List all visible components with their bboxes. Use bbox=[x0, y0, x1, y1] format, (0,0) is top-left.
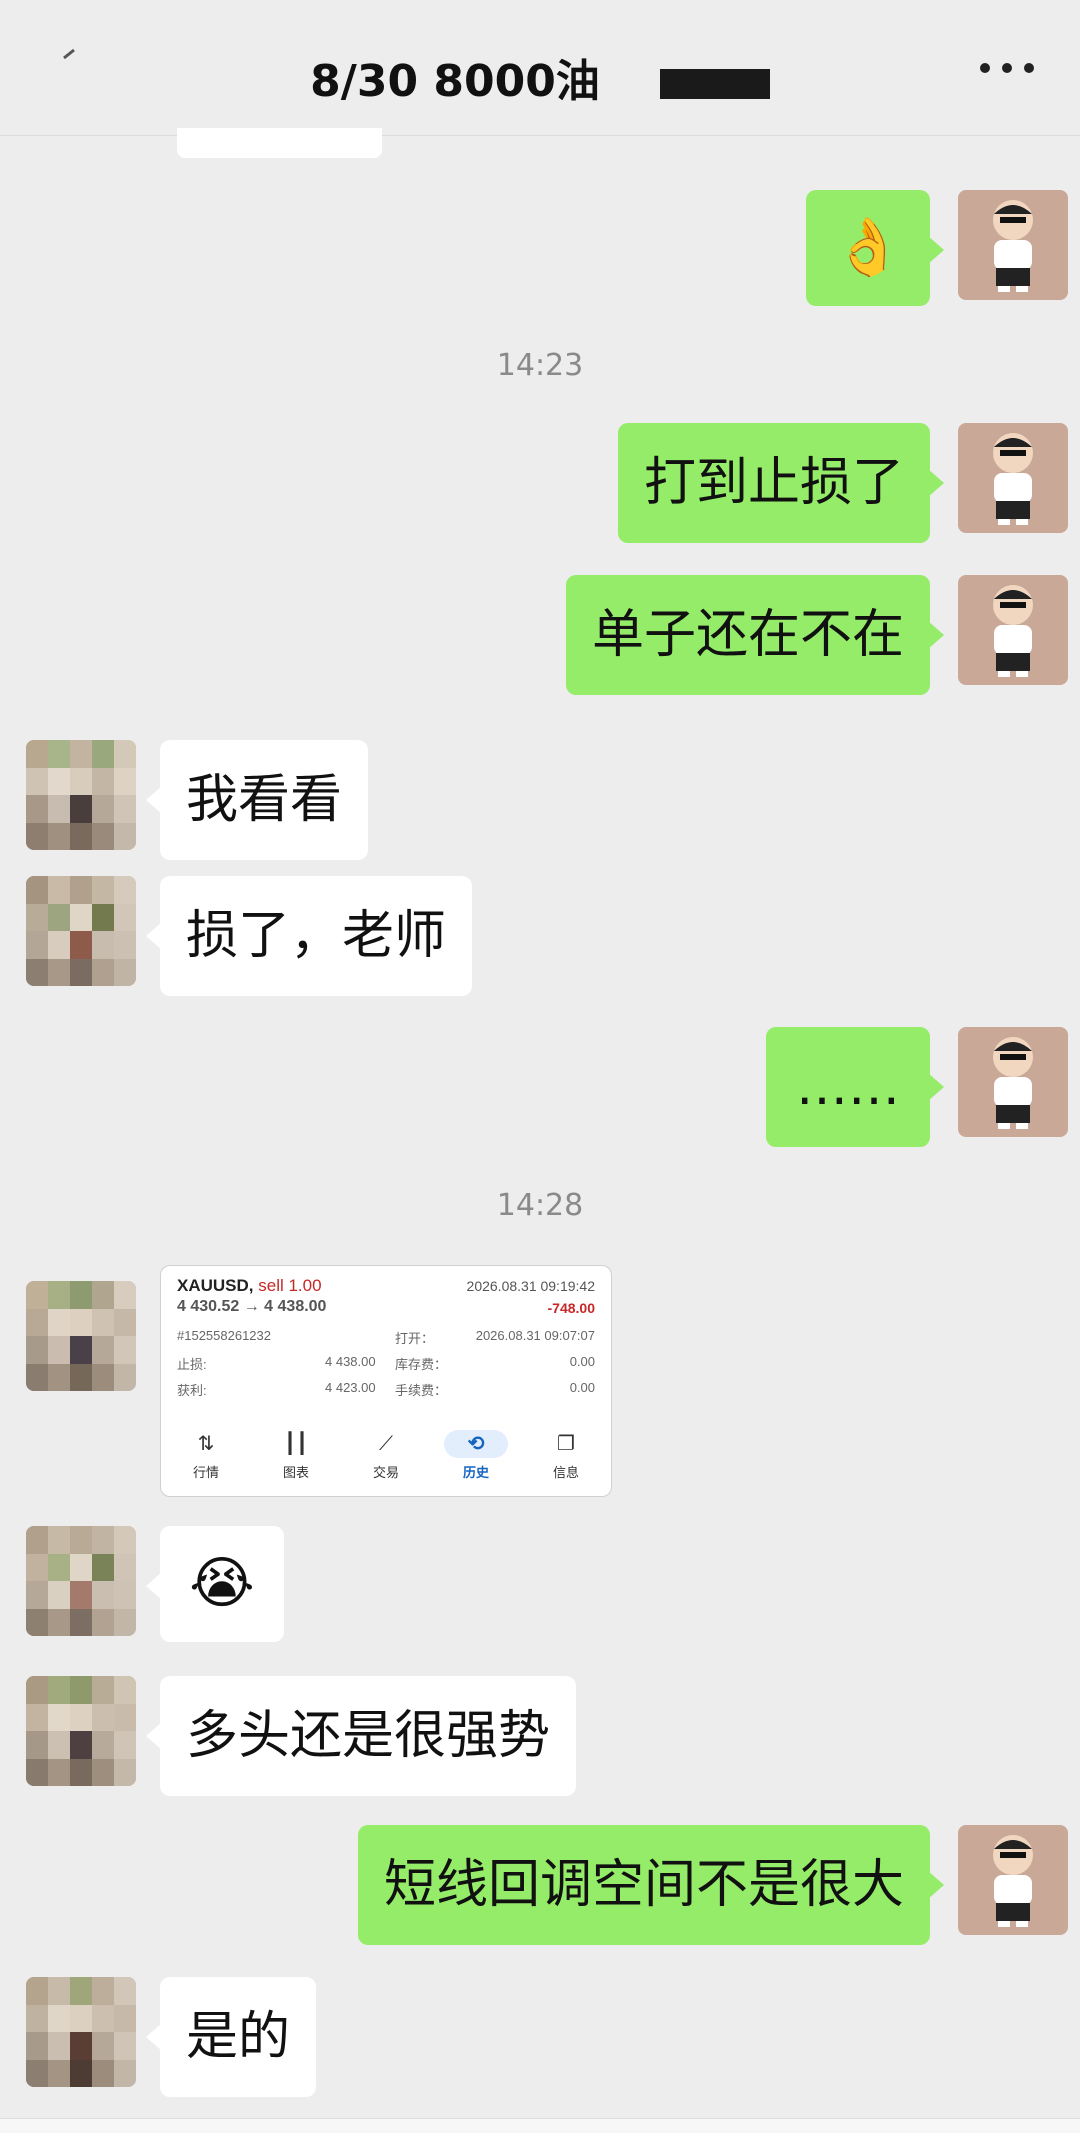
trade-order-id: #152558261232 bbox=[177, 1328, 271, 1343]
timestamp: 14:28 bbox=[496, 1188, 584, 1223]
message-bubble[interactable]: 损了，老师 bbox=[145, 876, 473, 996]
message-bubble[interactable]: 打到止损了 bbox=[617, 423, 945, 543]
message-row: 多头还是很强势 bbox=[26, 1676, 577, 1796]
chat-title: 8/30 8000油 bbox=[0, 45, 1080, 109]
input-bar-edge bbox=[0, 2118, 1080, 2133]
tab-history[interactable]: ⟲ 历史 bbox=[431, 1424, 521, 1489]
tp-value: 4 423.00 bbox=[325, 1380, 376, 1395]
message-row: 打到止损了 bbox=[617, 423, 1068, 543]
tab-messages[interactable]: ❐ 信息 bbox=[521, 1424, 611, 1489]
timestamp: 14:23 bbox=[496, 348, 584, 383]
message-row: 👌 bbox=[806, 190, 1068, 306]
trade-symbol: XAUUSD, sell 1.00 bbox=[177, 1276, 322, 1295]
contact-avatar-blurred[interactable] bbox=[26, 1676, 136, 1786]
tab-chart[interactable]: ┃┃ 图表 bbox=[251, 1424, 341, 1489]
message-row: 损了，老师 bbox=[26, 876, 473, 996]
trade-screenshot-card[interactable]: XAUUSD, sell 1.00 2026.08.31 09:19:42 4 … bbox=[160, 1265, 612, 1497]
swap-label: 库存费： bbox=[395, 1357, 448, 1372]
sl-label: 止损: bbox=[177, 1357, 207, 1372]
message-row: XAUUSD, sell 1.00 2026.08.31 09:19:42 4 … bbox=[26, 1265, 612, 1497]
message-bubble[interactable]: 是的 bbox=[145, 1977, 317, 2097]
chat-bubbles-icon: ❐ bbox=[557, 1433, 575, 1455]
arrows-updown-icon: ⇅ bbox=[197, 1433, 215, 1455]
message-row: …… bbox=[766, 1027, 1068, 1147]
message-row: 😭 bbox=[26, 1526, 284, 1642]
more-options-icon[interactable] bbox=[980, 60, 1040, 76]
trade-profit: -748.00 bbox=[547, 1300, 595, 1316]
open-time: 2026.08.31 09:07:07 bbox=[475, 1328, 595, 1343]
message-row: 是的 bbox=[26, 1977, 317, 2097]
contact-avatar-blurred[interactable] bbox=[26, 740, 136, 850]
partial-message-bubble bbox=[177, 128, 382, 158]
trade-app-tabbar: ⇅ 行情 ┃┃ 图表 ⟋ 交易 ⟲ 历史 ❐ 信息 bbox=[161, 1424, 611, 1489]
message-bubble[interactable]: 单子还在不在 bbox=[565, 575, 945, 695]
message-bubble[interactable]: 我看看 bbox=[145, 740, 369, 860]
tab-quotes[interactable]: ⇅ 行情 bbox=[161, 1424, 251, 1489]
tab-trade[interactable]: ⟋ 交易 bbox=[341, 1424, 431, 1489]
trade-side: sell 1.00 bbox=[258, 1276, 322, 1295]
message-bubble-emoji[interactable]: 👌 bbox=[806, 190, 944, 306]
trade-close-time: 2026.08.31 09:19:42 bbox=[466, 1278, 595, 1294]
contact-avatar-blurred[interactable] bbox=[26, 1526, 136, 1636]
message-bubble[interactable]: …… bbox=[766, 1027, 944, 1147]
message-row: 短线回调空间不是很大 bbox=[357, 1825, 1068, 1945]
chat-title-text: 8/30 8000油 bbox=[310, 56, 600, 107]
fee-value: 0.00 bbox=[569, 1380, 595, 1395]
my-avatar[interactable] bbox=[958, 1825, 1068, 1935]
contact-avatar-blurred[interactable] bbox=[26, 1281, 136, 1391]
trend-line-icon: ⟋ bbox=[379, 1433, 393, 1455]
message-bubble[interactable]: 短线回调空间不是很大 bbox=[357, 1825, 945, 1945]
candlestick-icon: ┃┃ bbox=[283, 1433, 309, 1455]
my-avatar[interactable] bbox=[958, 423, 1068, 533]
history-clock-icon: ⟲ bbox=[444, 1430, 508, 1458]
tp-label: 获利: bbox=[177, 1383, 207, 1398]
chat-header: 8/30 8000油 bbox=[0, 0, 1080, 136]
contact-avatar-blurred[interactable] bbox=[26, 1977, 136, 2087]
message-bubble[interactable]: 多头还是很强势 bbox=[145, 1676, 577, 1796]
contact-avatar-blurred[interactable] bbox=[26, 876, 136, 986]
open-label: 打开： bbox=[395, 1331, 435, 1346]
message-bubble-emoji[interactable]: 😭 bbox=[146, 1526, 284, 1642]
trade-prices: 4 430.52 → 4 438.00 bbox=[177, 1298, 327, 1315]
my-avatar[interactable] bbox=[958, 190, 1068, 300]
my-avatar[interactable] bbox=[958, 1027, 1068, 1137]
message-row: 我看看 bbox=[26, 740, 369, 860]
my-avatar[interactable] bbox=[958, 575, 1068, 685]
message-row: 单子还在不在 bbox=[565, 575, 1068, 695]
fee-label: 手续费： bbox=[395, 1383, 448, 1398]
sl-value: 4 438.00 bbox=[325, 1354, 376, 1369]
redacted-block bbox=[659, 69, 770, 99]
swap-value: 0.00 bbox=[569, 1354, 595, 1369]
